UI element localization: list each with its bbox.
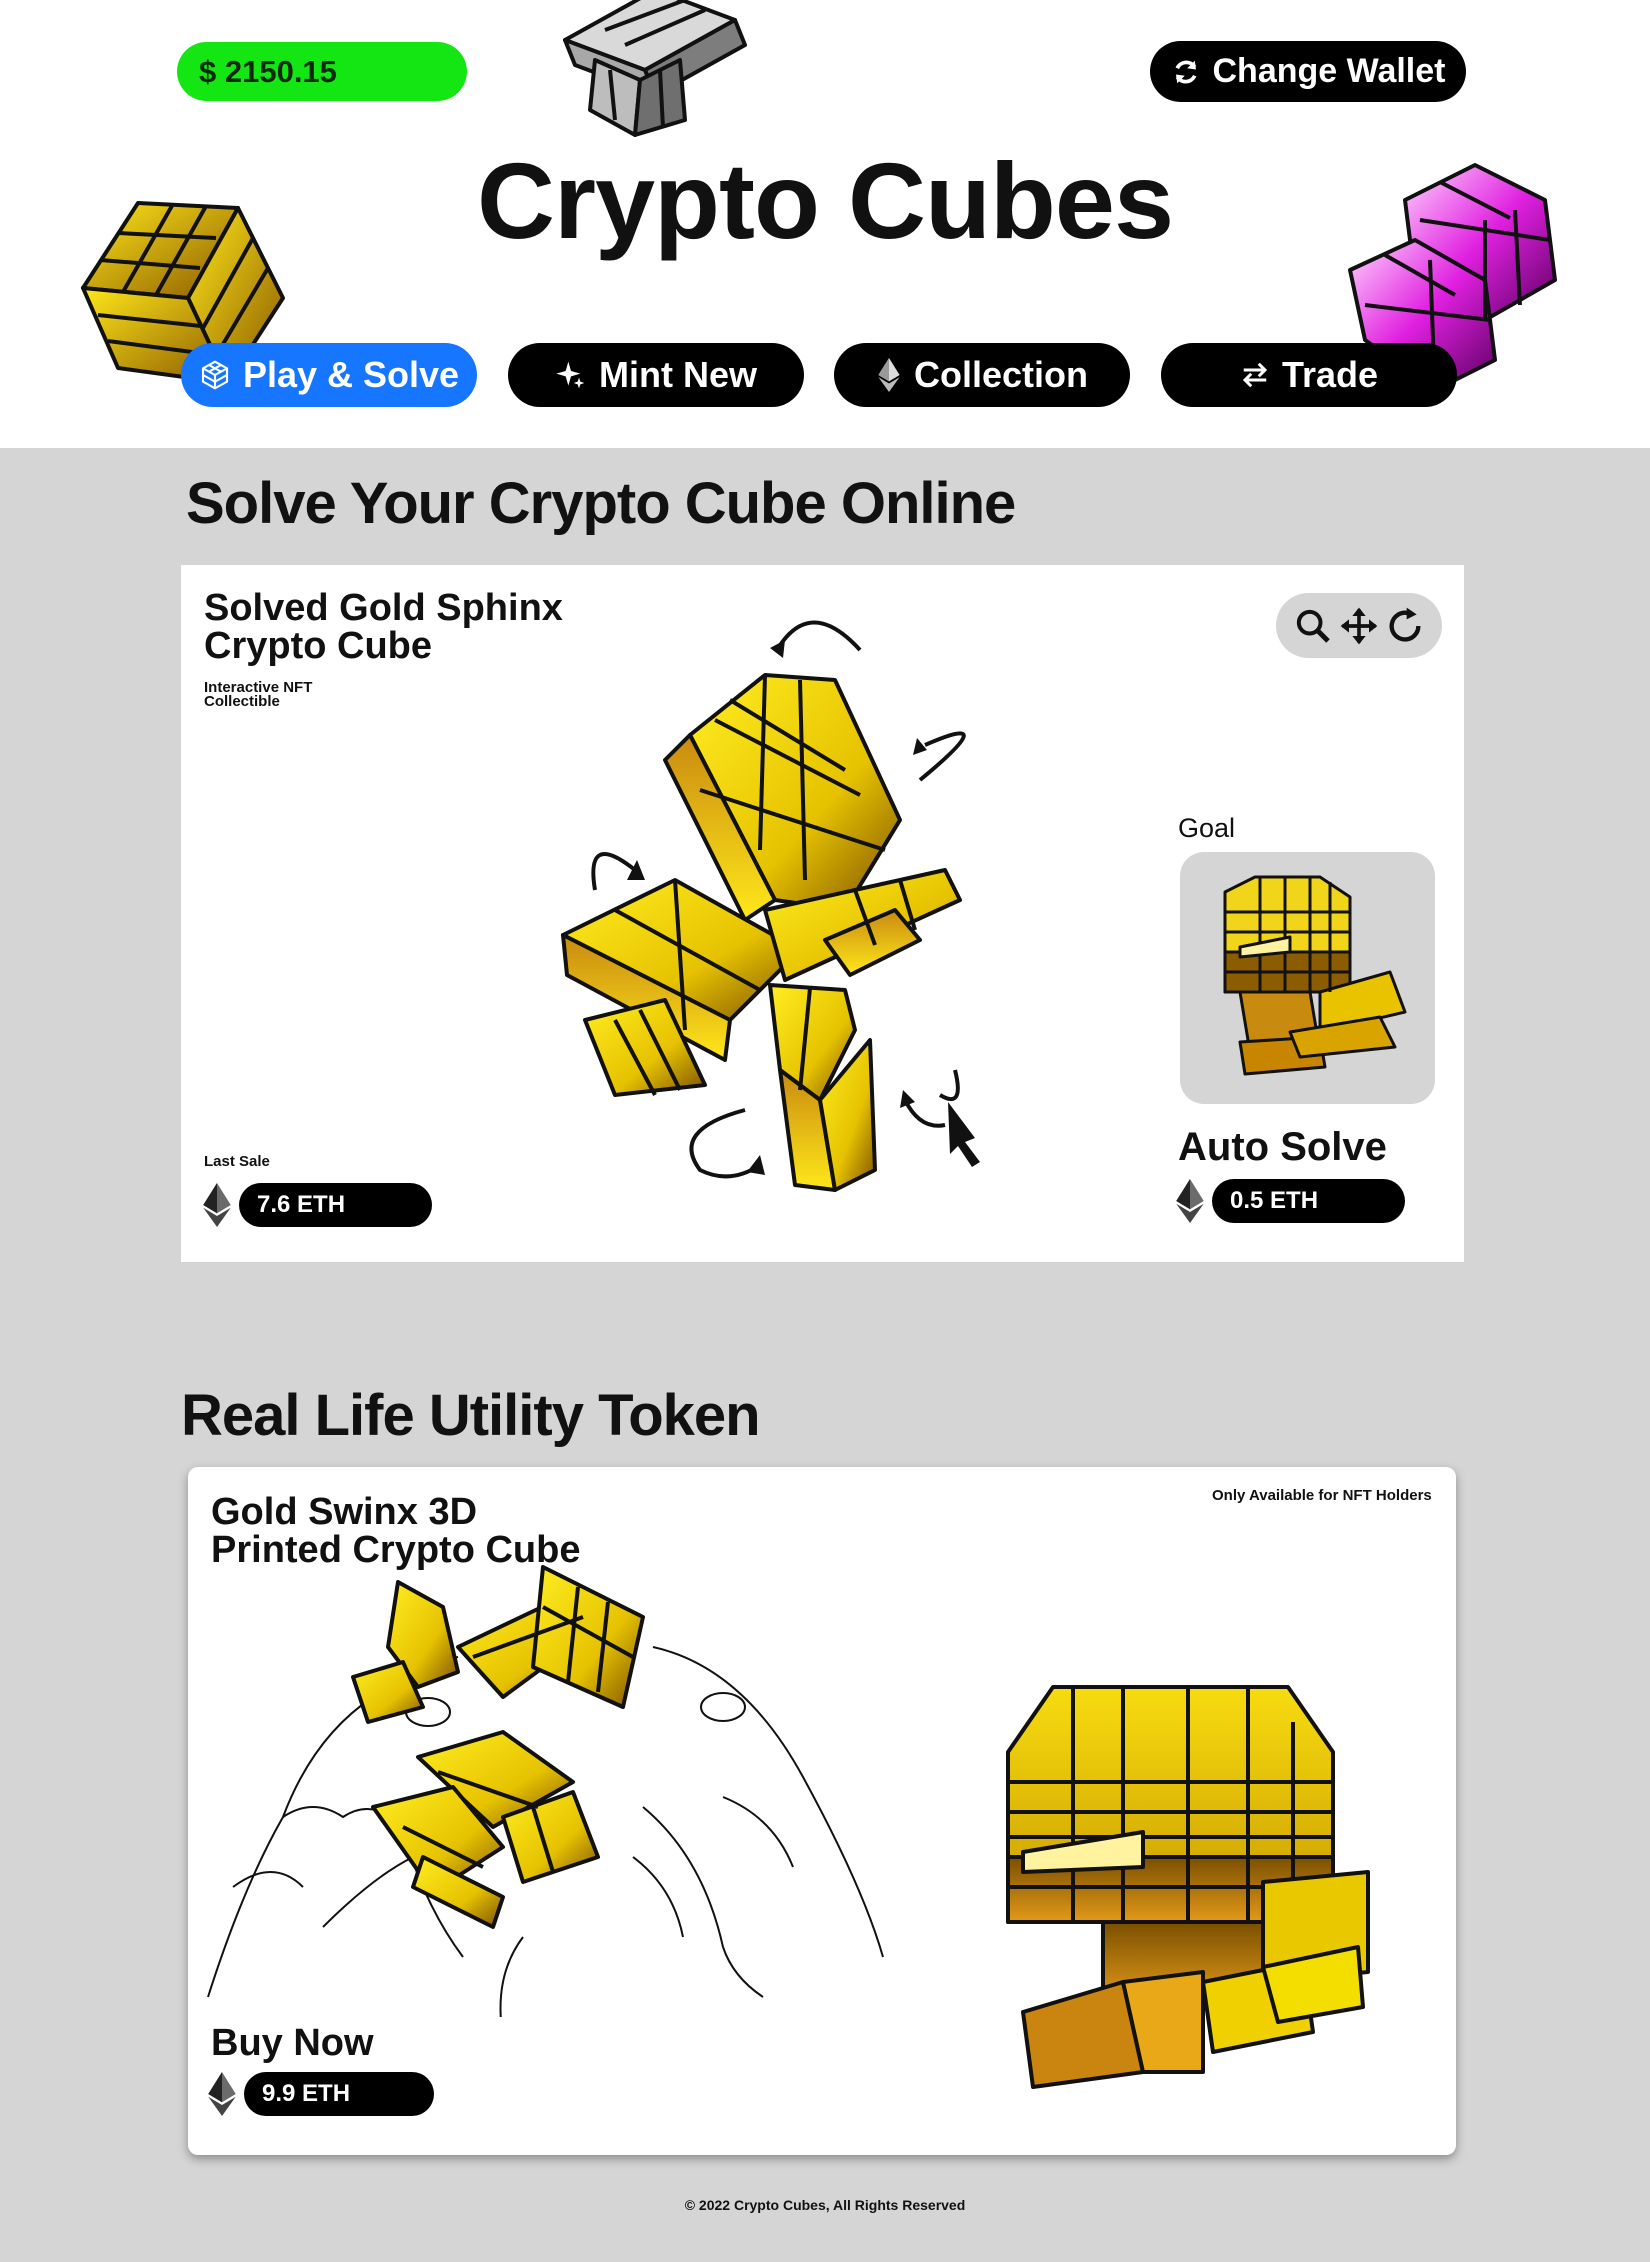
tab-collection[interactable]: Collection [834,343,1130,407]
solve-section-heading: Solve Your Crypto Cube Online [186,471,1016,536]
subtitle-line2: Collectible [204,693,280,710]
move-icon[interactable] [1339,606,1379,646]
ethereum-icon [1176,1179,1204,1223]
tab-play-solve-label: Play & Solve [242,354,460,395]
wallet-balance: $ 2150.15 [177,42,467,101]
interactive-cube-viewer[interactable] [555,590,1055,1210]
header: $ 2150.15 Change Wallet Crypto Cubes Pla… [0,0,1650,448]
change-wallet-button[interactable]: Change Wallet [1150,41,1466,102]
tab-collection-label: Collection [913,354,1088,395]
cube-title-line1: Solved Gold Sphinx [204,587,563,629]
goal-preview [1180,852,1435,1104]
change-wallet-label: Change Wallet [1212,52,1446,90]
auto-solve-label: Auto Solve [1178,1125,1387,1169]
refresh-icon [1175,60,1196,83]
goal-cube-illustration [1223,875,1407,1076]
footer-copyright: © 2022 Crypto Cubes, All Rights Reserved [684,2197,966,2213]
buy-now-label: Buy Now [211,2022,374,2064]
sparkle-icon [556,361,585,389]
product-title-line1: Gold Swinx 3D [211,1491,478,1533]
ethereum-icon [878,358,900,392]
cube-title-line2: Crypto Cube [204,625,432,667]
tab-mint-new-label: Mint New [599,354,757,395]
zoom-icon[interactable] [1293,606,1333,646]
tab-mint-new[interactable]: Mint New [508,343,804,407]
last-sale-price-row: 7.6 ETH [203,1183,432,1227]
buy-price[interactable]: 9.9 ETH [244,2072,434,2116]
ethereum-icon [208,2072,236,2116]
hands-holding-cube-illustration [207,1565,884,2017]
goal-label: Goal [1178,813,1236,843]
cube-grid-icon [201,360,229,390]
buy-price-row[interactable]: 9.9 ETH [208,2072,434,2116]
tab-play-solve[interactable]: Play & Solve [181,343,477,407]
tab-trade[interactable]: Trade [1161,343,1457,407]
rotate-icon[interactable] [1385,606,1425,646]
last-sale-price: 7.6 ETH [239,1183,432,1227]
utility-card: Gold Swinx 3D Printed Crypto Cube Only A… [188,1467,1456,2155]
auto-solve-price[interactable]: 0.5 ETH [1212,1179,1405,1223]
utility-section-heading: Real Life Utility Token [181,1383,761,1448]
view-tools [1276,593,1442,658]
silver-cube-illustration [563,0,747,137]
printed-sphinx-cube-illustration [1006,1685,1370,2089]
tab-trade-label: Trade [1281,354,1379,395]
swap-arrows-icon [1242,362,1268,388]
holders-note: Only Available for NFT Holders [1212,1487,1432,1504]
auto-solve-price-row[interactable]: 0.5 ETH [1176,1179,1405,1223]
last-sale-label: Last Sale [204,1153,270,1170]
ethereum-icon [203,1183,231,1227]
